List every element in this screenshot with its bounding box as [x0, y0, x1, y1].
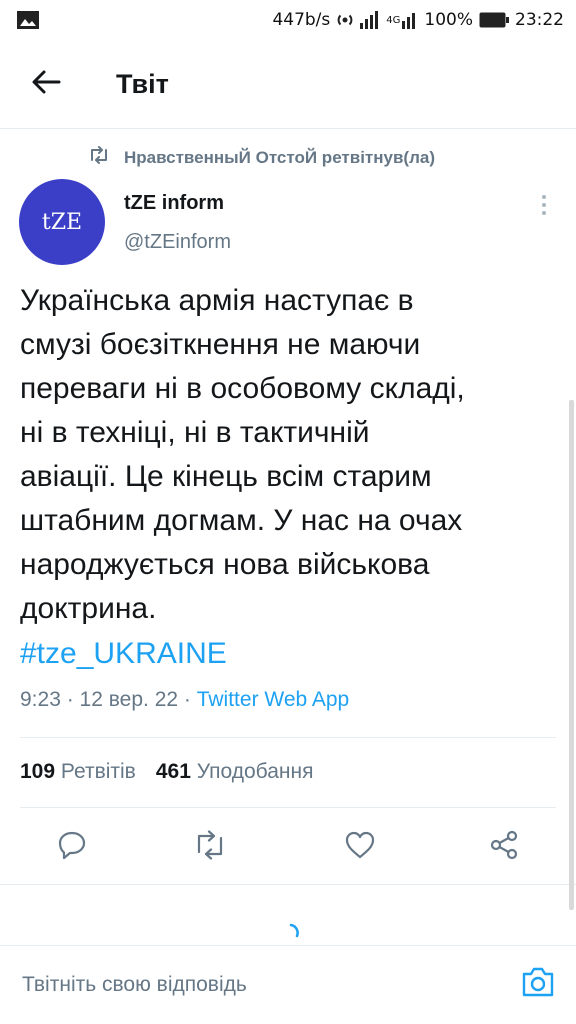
hotspot-icon — [336, 11, 354, 29]
scrollbar[interactable] — [569, 400, 574, 910]
tweet-stats: 109 Ретвітів 461 Уподобання — [20, 760, 313, 784]
author-name[interactable]: tZE inform — [124, 192, 224, 215]
camera-button[interactable] — [518, 964, 558, 1004]
retweets-stat[interactable]: 109 Ретвітів — [20, 760, 136, 784]
header-divider — [0, 128, 576, 129]
retweet-icon — [192, 829, 228, 865]
reply-input[interactable] — [22, 968, 492, 1002]
status-bar: 447b/s 4G 100% 23:22 — [0, 0, 576, 40]
author-handle[interactable]: @tZEinform — [124, 231, 231, 254]
network-type: 4G — [386, 14, 401, 26]
dot — [542, 195, 546, 199]
more-options-button[interactable] — [530, 190, 558, 220]
tweet-time: 9:23 — [20, 688, 61, 711]
hashtag-link[interactable]: #tze_UKRAINE — [20, 632, 227, 676]
action-bar — [0, 823, 576, 871]
likes-stat[interactable]: 461 Уподобання — [156, 760, 314, 784]
back-button[interactable] — [16, 54, 76, 114]
share-icon — [488, 829, 520, 866]
divider — [0, 945, 576, 946]
tweet-source-link[interactable]: Twitter Web App — [197, 688, 350, 712]
tweet-meta: 9:23 · 12 вер. 22 · Twitter Web App — [20, 688, 349, 712]
retweet-context-text: НравственныЙ ОтстоЙ ретвітнув(ла) — [124, 147, 435, 167]
divider — [20, 737, 556, 738]
retweet-context[interactable]: НравственныЙ ОтстоЙ ретвітнув(ла) — [88, 146, 435, 169]
reply-bar — [0, 950, 576, 1020]
signal-icon — [360, 11, 380, 29]
like-icon — [344, 830, 376, 865]
meta-separator: · — [178, 688, 197, 711]
battery-icon — [479, 12, 509, 28]
like-button[interactable] — [336, 823, 384, 871]
dot — [542, 203, 546, 207]
retweets-label: Ретвітів — [60, 760, 136, 783]
retweet-button[interactable] — [186, 823, 234, 871]
divider — [20, 807, 556, 808]
meta-separator: · — [60, 688, 80, 711]
page-title: Твіт — [116, 68, 169, 99]
battery-level: 100% — [424, 10, 473, 30]
arrow-left-icon — [31, 69, 61, 100]
loading-spinner-icon — [280, 922, 302, 944]
divider — [0, 884, 576, 885]
dot — [542, 211, 546, 215]
network-speed: 447b/s — [272, 10, 331, 30]
signal-icon — [402, 11, 418, 29]
image-icon — [16, 9, 40, 31]
tweet-date: 12 вер. 22 — [79, 688, 179, 711]
retweets-count: 109 — [20, 760, 56, 783]
reply-button[interactable] — [48, 823, 96, 871]
tweet-text: Українська армія наступає в смузі боєзіт… — [20, 284, 465, 625]
reply-icon — [56, 829, 88, 866]
likes-count: 461 — [155, 760, 191, 783]
app-bar: Твіт — [0, 48, 576, 120]
clock: 23:22 — [515, 10, 564, 30]
camera-icon — [520, 965, 556, 1004]
share-button[interactable] — [480, 823, 528, 871]
retweet-icon — [88, 146, 110, 169]
likes-label: Уподобання — [196, 760, 314, 783]
avatar-text: tZE — [41, 209, 83, 235]
avatar[interactable]: tZE — [19, 179, 105, 265]
